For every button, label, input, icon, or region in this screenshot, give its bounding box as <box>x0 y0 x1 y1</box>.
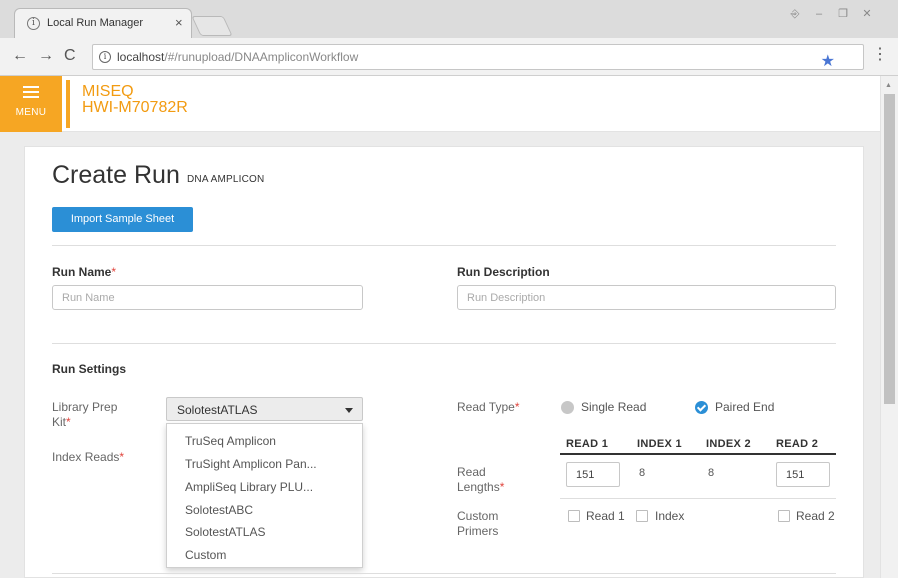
dropdown-option[interactable]: SolotestATLAS <box>185 525 265 539</box>
dropdown-option[interactable]: Custom <box>185 548 226 562</box>
library-prep-dropdown-menu: TruSeq Amplicon TruSight Amplicon Pan...… <box>166 423 363 568</box>
library-prep-label-line1: Library Prep <box>52 400 118 414</box>
info-icon: i <box>27 17 40 30</box>
close-window-icon[interactable]: ✕ <box>856 6 878 22</box>
address-bar: ← → C i localhost/#/runupload/DNAAmplico… <box>0 38 898 76</box>
column-header-read1: READ 1 <box>566 438 609 450</box>
minimize-icon[interactable]: – <box>808 6 830 22</box>
index-reads-label-text: Index Reads <box>52 450 120 464</box>
profile-icon[interactable]: ⎆ <box>784 6 806 22</box>
custom-primer-read2-label[interactable]: Read 2 <box>796 509 835 523</box>
page-subtitle: DNA AMPLICON <box>187 174 265 185</box>
run-name-label-text: Run Name <box>52 265 112 279</box>
url-field[interactable]: i localhost/#/runupload/DNAAmpliconWorkf… <box>92 44 864 70</box>
scroll-thumb[interactable] <box>884 94 895 404</box>
reload-icon[interactable]: C <box>64 48 76 64</box>
column-header-read2: READ 2 <box>776 438 819 450</box>
custom-primer-index-checkbox[interactable] <box>636 510 648 522</box>
run-name-input[interactable] <box>52 285 363 310</box>
url-host: localhost <box>117 50 165 64</box>
bookmark-star-icon[interactable]: ★ <box>821 54 835 70</box>
table-header-rule <box>560 453 836 455</box>
window-controls: ⎆ – ❐ ✕ <box>784 6 878 22</box>
index2-length-value: 8 <box>708 467 715 479</box>
required-marker: * <box>499 480 505 494</box>
forward-arrow-icon[interactable]: → <box>38 48 54 64</box>
custom-primer-index-label[interactable]: Index <box>655 509 684 523</box>
paired-end-label[interactable]: Paired End <box>715 400 774 414</box>
custom-primers-label-line2: Primers <box>457 524 499 538</box>
index1-length-value: 8 <box>639 467 646 479</box>
menu-button[interactable]: MENU <box>0 76 62 132</box>
browser-menu-icon[interactable]: ⋮ <box>872 47 888 63</box>
read-lengths-label: Read Lengths* <box>457 465 504 495</box>
library-prep-kit-label: Library Prep Kit* <box>52 400 117 430</box>
required-marker: * <box>119 450 125 464</box>
read-type-label-text: Read Type <box>457 400 515 414</box>
maximize-icon[interactable]: ❐ <box>832 6 854 22</box>
app-header: MENU MISEQ HWI-M70782R <box>0 76 880 132</box>
custom-primers-label-line1: Custom <box>457 509 499 523</box>
dropdown-option[interactable]: SolotestABC <box>185 503 253 517</box>
single-read-label[interactable]: Single Read <box>581 400 646 414</box>
site-info-icon[interactable]: i <box>99 51 111 63</box>
brand-divider <box>66 80 70 128</box>
url-text: localhost/#/runupload/DNAAmpliconWorkflo… <box>117 50 358 64</box>
divider <box>52 343 836 344</box>
dropdown-option[interactable]: TruSeq Amplicon <box>185 434 276 448</box>
library-prep-selected-value: SolotestATLAS <box>177 403 258 417</box>
custom-primers-label: Custom Primers <box>457 509 498 539</box>
custom-primer-read2-checkbox[interactable] <box>778 510 790 522</box>
read-type-label: Read Type* <box>457 400 520 415</box>
browser-tabstrip: i Local Run Manager × ⎆ – ❐ ✕ <box>0 0 898 38</box>
run-settings-heading: Run Settings <box>52 362 126 376</box>
dropdown-option[interactable]: TruSight Amplicon Pan... <box>185 457 317 471</box>
run-description-label: Run Description <box>457 265 550 279</box>
read-lengths-label-line2: Lengths* <box>457 480 504 495</box>
custom-primer-read1-label[interactable]: Read 1 <box>586 509 625 523</box>
required-marker: * <box>514 400 520 414</box>
read-lengths-label-line1: Read <box>457 465 486 479</box>
instrument-name: MISEQ HWI-M70782R <box>82 84 188 116</box>
column-header-index2: INDEX 2 <box>706 438 751 450</box>
library-prep-kit-select[interactable]: SolotestATLAS <box>166 397 363 421</box>
menu-label: MENU <box>15 107 47 118</box>
required-marker: * <box>111 265 117 279</box>
hamburger-icon <box>23 86 39 98</box>
read2-length-input[interactable] <box>776 462 830 487</box>
import-sample-sheet-button[interactable]: Import Sample Sheet <box>52 207 193 232</box>
read-lengths-label-text: Lengths <box>457 480 500 494</box>
divider <box>52 245 836 246</box>
paired-end-radio[interactable] <box>695 401 708 414</box>
divider <box>52 573 836 574</box>
required-marker: * <box>66 415 71 429</box>
run-name-label: Run Name* <box>52 265 116 279</box>
url-path: /#/runupload/DNAAmpliconWorkflow <box>164 50 359 64</box>
instrument-type: MISEQ <box>82 83 134 100</box>
dropdown-option[interactable]: AmpliSeq Library PLU... <box>185 480 313 494</box>
caret-down-icon <box>345 408 353 413</box>
index-reads-label: Index Reads* <box>52 450 124 465</box>
scroll-up-icon[interactable]: ▲ <box>885 82 892 89</box>
table-row-divider <box>560 498 836 499</box>
single-read-radio[interactable] <box>561 401 574 414</box>
column-header-index1: INDEX 1 <box>637 438 682 450</box>
read1-length-input[interactable] <box>566 462 620 487</box>
browser-tab[interactable]: i Local Run Manager × <box>14 8 192 38</box>
run-description-input[interactable] <box>457 285 836 310</box>
instrument-id: HWI-M70782R <box>82 99 188 116</box>
new-tab-button[interactable] <box>191 16 233 36</box>
close-tab-icon[interactable]: × <box>175 15 183 30</box>
page-title: Create Run <box>52 161 180 189</box>
back-arrow-icon[interactable]: ← <box>12 48 28 64</box>
library-prep-label-kit: Kit <box>52 415 67 429</box>
tab-title: Local Run Manager <box>47 17 144 29</box>
page-scrollbar[interactable]: ▲ <box>880 76 898 578</box>
custom-primer-read1-checkbox[interactable] <box>568 510 580 522</box>
library-prep-label-line2: Kit* <box>52 415 117 430</box>
